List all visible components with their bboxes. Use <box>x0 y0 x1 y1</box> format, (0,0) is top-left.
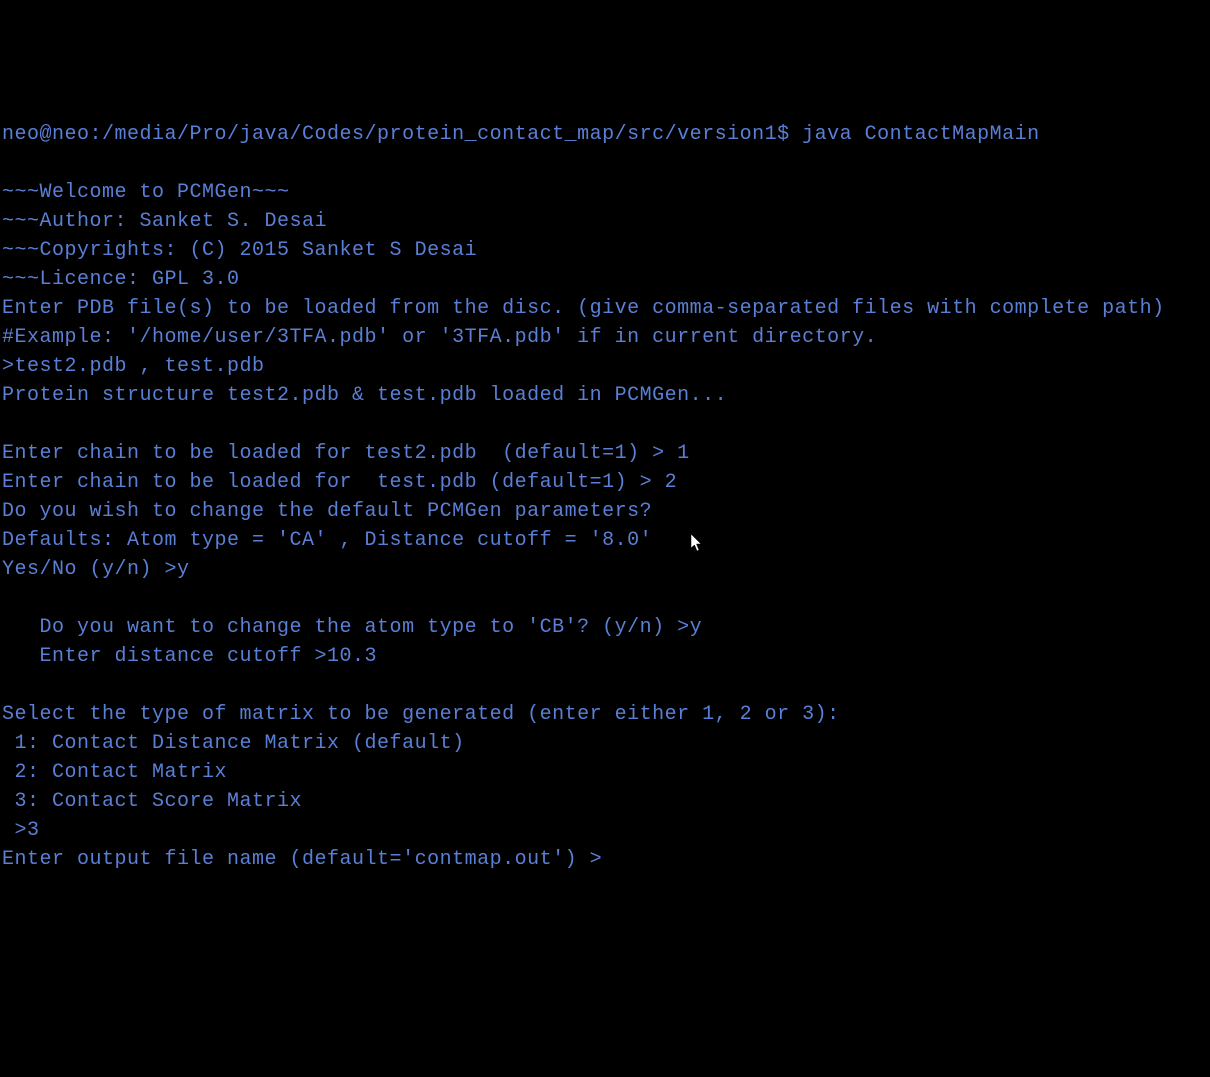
output-line: 2: Contact Matrix <box>2 758 1208 787</box>
shell-command: java ContactMapMain <box>802 123 1040 146</box>
output-line: Do you want to change the atom type to '… <box>2 613 1208 642</box>
output-line: ~~~Welcome to PCMGen~~~ <box>2 178 1208 207</box>
output-line <box>2 410 1208 439</box>
output-line: Select the type of matrix to be generate… <box>2 700 1208 729</box>
output-line: ~~~Licence: GPL 3.0 <box>2 265 1208 294</box>
output-line: #Example: '/home/user/3TFA.pdb' or '3TFA… <box>2 323 1208 352</box>
output-line <box>2 149 1208 178</box>
terminal-output[interactable]: neo@neo:/media/Pro/java/Codes/protein_co… <box>2 120 1208 874</box>
output-line: Enter PDB file(s) to be loaded from the … <box>2 294 1208 323</box>
output-line: Enter distance cutoff >10.3 <box>2 642 1208 671</box>
shell-prompt: neo@neo:/media/Pro/java/Codes/protein_co… <box>2 123 802 146</box>
output-line: Defaults: Atom type = 'CA' , Distance cu… <box>2 526 1208 555</box>
output-line: Enter chain to be loaded for test.pdb (d… <box>2 468 1208 497</box>
output-line: Enter output file name (default='contmap… <box>2 845 1208 874</box>
output-line: 1: Contact Distance Matrix (default) <box>2 729 1208 758</box>
output-line: ~~~Author: Sanket S. Desai <box>2 207 1208 236</box>
output-line: ~~~Copyrights: (C) 2015 Sanket S Desai <box>2 236 1208 265</box>
output-line: 3: Contact Score Matrix <box>2 787 1208 816</box>
output-line: Protein structure test2.pdb & test.pdb l… <box>2 381 1208 410</box>
output-line: Do you wish to change the default PCMGen… <box>2 497 1208 526</box>
output-line <box>2 671 1208 700</box>
output-line: Enter chain to be loaded for test2.pdb (… <box>2 439 1208 468</box>
output-line: >3 <box>2 816 1208 845</box>
output-line: >test2.pdb , test.pdb <box>2 352 1208 381</box>
output-line: Yes/No (y/n) >y <box>2 555 1208 584</box>
output-line <box>2 584 1208 613</box>
